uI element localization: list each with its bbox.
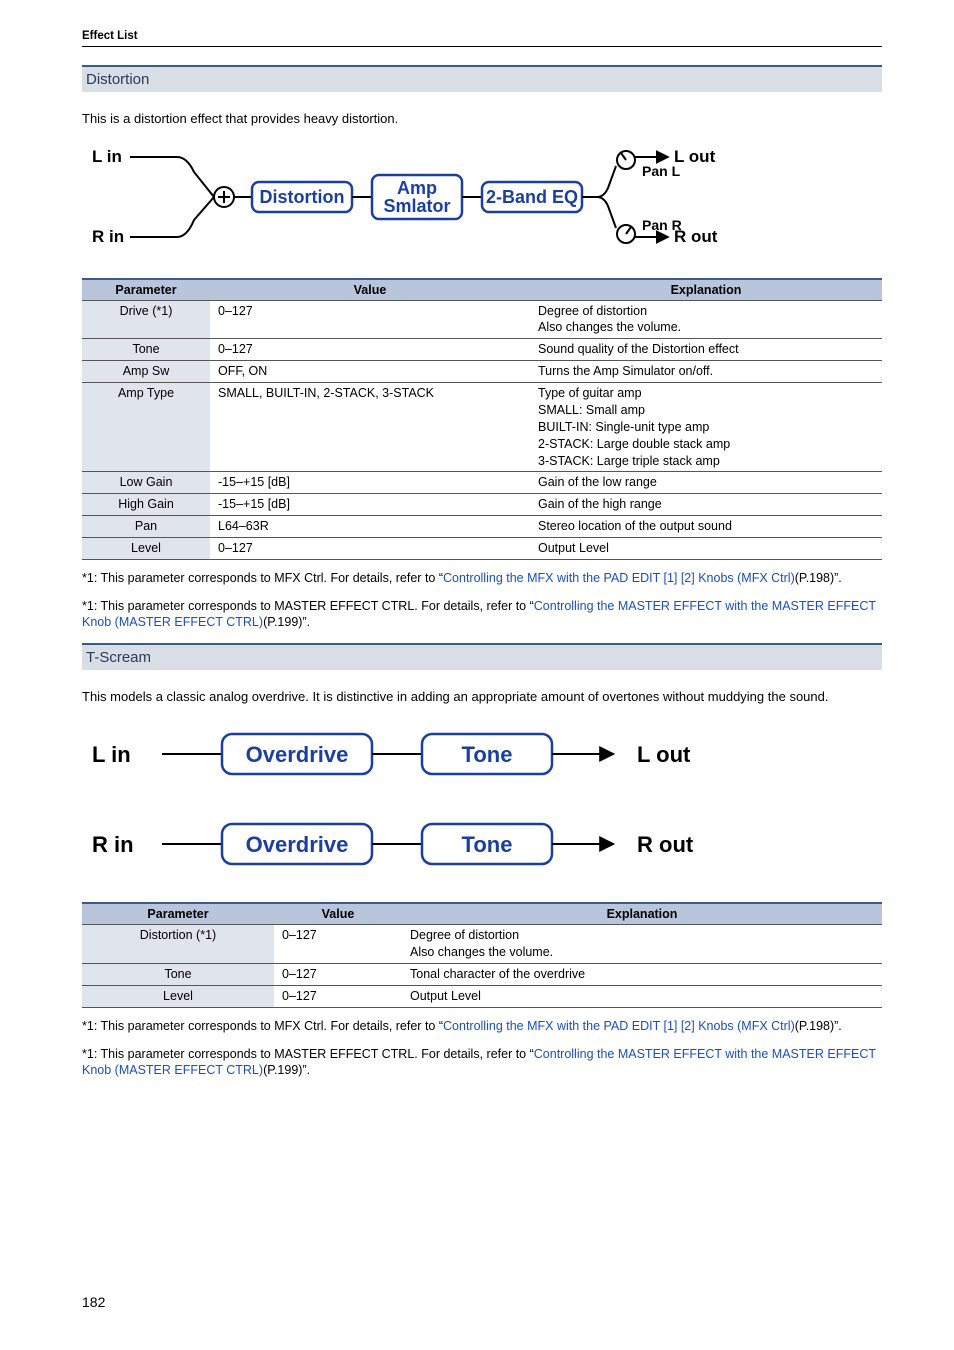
diag2-block-overdrive-r: Overdrive — [246, 832, 349, 857]
table-row: High Gain-15–+15 [dB]Gain of the high ra… — [82, 494, 882, 516]
th-parameter: Parameter — [82, 279, 210, 301]
table-row: Drive (*1)0–127Degree of distortion Also… — [82, 300, 882, 339]
diag-r-in: R in — [92, 227, 124, 246]
diag-l-out: L out — [674, 147, 716, 166]
table-row: Amp TypeSMALL, BUILT-IN, 2-STACK, 3-STAC… — [82, 383, 882, 472]
table-row: Level0–127Output Level — [82, 538, 882, 560]
diag2-block-tone-r: Tone — [462, 832, 513, 857]
diag-block-amp-bot: Smlator — [383, 196, 450, 216]
th-value: Value — [210, 279, 530, 301]
page-number: 182 — [82, 1294, 105, 1310]
distortion-intro: This is a distortion effect that provide… — [82, 110, 882, 128]
tscream-param-table: Parameter Value Explanation Distortion (… — [82, 902, 882, 1008]
table-row: Level0–127Output Level — [82, 985, 882, 1007]
link-mfx-ctrl[interactable]: Controlling the MFX with the PAD EDIT [1… — [443, 1019, 795, 1033]
diag-block-amp-top: Amp — [397, 178, 437, 198]
distortion-footnote-2: *1: This parameter corresponds to MASTER… — [82, 598, 882, 631]
table-row: Tone0–127Tonal character of the overdriv… — [82, 963, 882, 985]
diag-l-in: L in — [92, 147, 122, 166]
tscream-footnote-1: *1: This parameter corresponds to MFX Ct… — [82, 1018, 882, 1034]
tscream-intro: This models a classic analog overdrive. … — [82, 688, 882, 706]
diag-r-out: R out — [674, 227, 718, 246]
table-row: Tone0–127Sound quality of the Distortion… — [82, 339, 882, 361]
breadcrumb: Effect List — [82, 30, 138, 42]
distortion-param-table: Parameter Value Explanation Drive (*1)0–… — [82, 278, 882, 560]
diag-block-eq: 2-Band EQ — [486, 187, 578, 207]
table-row: Low Gain-15–+15 [dB]Gain of the low rang… — [82, 472, 882, 494]
tscream-signal-diagram: L in Overdrive Tone L out R in Overdrive… — [82, 719, 882, 882]
tscream-footnote-2: *1: This parameter corresponds to MASTER… — [82, 1046, 882, 1079]
th-value: Value — [274, 903, 402, 925]
pan-r-icon — [617, 225, 635, 243]
diag2-block-tone-l: Tone — [462, 742, 513, 767]
th-parameter: Parameter — [82, 903, 274, 925]
table-row: Distortion (*1)0–127Degree of distortion… — [82, 925, 882, 964]
section-title-tscream: T-Scream — [82, 643, 882, 670]
diag2-r-in: R in — [92, 832, 134, 857]
table-row: PanL64–63RStereo location of the output … — [82, 516, 882, 538]
diag2-l-in: L in — [92, 742, 131, 767]
distortion-signal-diagram: L in R in Distortion Amp Smlator 2-Band … — [82, 142, 882, 260]
header-bar: Effect List — [82, 30, 882, 47]
pan-l-icon — [617, 151, 635, 169]
th-explanation: Explanation — [402, 903, 882, 925]
diag2-l-out: L out — [637, 742, 691, 767]
diag-block-distortion: Distortion — [260, 187, 345, 207]
table-row: Amp SwOFF, ONTurns the Amp Simulator on/… — [82, 361, 882, 383]
link-mfx-ctrl[interactable]: Controlling the MFX with the PAD EDIT [1… — [443, 571, 795, 585]
section-title-distortion: Distortion — [82, 65, 882, 92]
diag2-block-overdrive-l: Overdrive — [246, 742, 349, 767]
th-explanation: Explanation — [530, 279, 882, 301]
diag2-r-out: R out — [637, 832, 694, 857]
distortion-footnote-1: *1: This parameter corresponds to MFX Ct… — [82, 570, 882, 586]
